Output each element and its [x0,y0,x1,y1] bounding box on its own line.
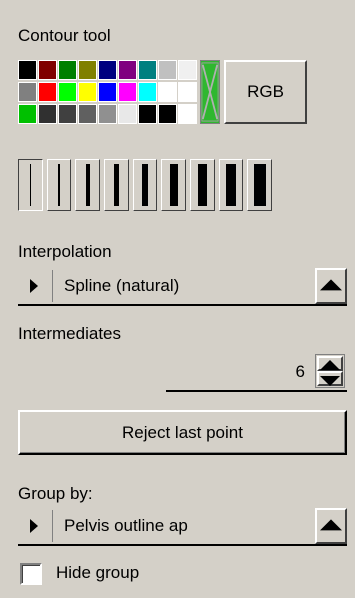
rgb-button-label: RGB [247,82,284,101]
line-width-option[interactable] [132,159,158,211]
color-swatch[interactable] [98,104,117,124]
interpolation-label: Interpolation [18,242,112,261]
contour-tool-title: Contour tool [18,26,111,45]
color-swatch[interactable] [18,82,37,102]
combo-underline [18,544,347,546]
combo-divider [52,510,53,542]
reject-last-point-button[interactable]: Reject last point [18,410,347,455]
triangle-down-icon [320,376,340,386]
color-swatch[interactable] [178,104,197,124]
hide-group-label[interactable]: Hide group [56,563,139,583]
color-swatch[interactable] [58,60,77,80]
line-width-sample [169,164,178,206]
combo-divider [52,270,53,302]
intermediates-value[interactable]: 6 [296,362,305,382]
color-palette [18,60,198,124]
combo-underline [18,304,347,306]
line-width-option[interactable] [104,159,129,211]
line-width-option[interactable] [46,159,72,211]
line-width-option[interactable] [218,159,244,211]
interpolation-value: Spline (natural) [64,276,180,295]
line-width-sample [197,164,208,206]
color-swatch[interactable] [98,82,117,102]
color-swatch[interactable] [58,104,77,124]
line-width-option[interactable] [190,159,215,211]
group-by-combo[interactable]: Pelvis outline ap [18,508,347,546]
spin-up-button[interactable] [317,356,343,371]
line-width-sample [85,164,90,206]
spin-down-button[interactable] [317,371,343,386]
color-swatch[interactable] [38,60,57,80]
intermediates-field[interactable]: 6 [166,352,347,392]
line-width-option[interactable] [161,159,187,211]
interpolation-combo[interactable]: Spline (natural) [18,268,347,306]
color-swatch[interactable] [98,60,117,80]
color-swatch[interactable] [118,60,137,80]
color-swatch[interactable] [158,104,177,124]
intermediates-spinner[interactable] [315,354,345,388]
group-by-value: Pelvis outline ap [64,516,188,535]
color-swatch[interactable] [158,82,177,102]
color-swatch[interactable] [118,104,137,124]
line-width-sample [29,164,32,206]
color-swatch[interactable] [78,82,97,102]
interpolation-dropdown-button[interactable] [315,268,347,304]
line-width-sample [141,164,149,206]
field-underline [166,390,347,392]
line-width-option[interactable] [247,159,273,211]
color-swatch[interactable] [178,82,197,102]
color-swatch[interactable] [138,104,157,124]
rgb-button[interactable]: RGB [224,60,307,124]
line-width-selector [18,159,276,211]
intermediates-label: Intermediates [18,324,121,343]
color-swatch[interactable] [118,82,137,102]
triangle-up-icon [320,360,340,370]
color-swatch[interactable] [78,60,97,80]
color-swatch[interactable] [138,82,157,102]
group-by-dropdown-button[interactable] [315,508,347,544]
line-width-option[interactable] [18,159,43,211]
line-width-option[interactable] [75,159,101,211]
color-swatch[interactable] [38,104,57,124]
hide-group-checkbox[interactable] [20,563,42,585]
color-swatch[interactable] [158,60,177,80]
line-width-sample [254,164,266,206]
color-swatch[interactable] [78,104,97,124]
color-swatch[interactable] [38,82,57,102]
color-swatch[interactable] [138,60,157,80]
color-swatch[interactable] [18,104,37,124]
reject-button-label: Reject last point [122,422,243,442]
line-width-sample [113,164,120,206]
line-width-sample [57,164,61,206]
group-by-label: Group by: [18,484,93,503]
triangle-up-icon [320,519,342,531]
line-width-sample [226,164,237,206]
color-swatch[interactable] [178,60,197,80]
no-color-swatch[interactable] [200,60,220,124]
color-swatch[interactable] [18,60,37,80]
color-swatch[interactable] [58,82,77,102]
triangle-up-icon [320,279,342,291]
no-color-cross-icon [201,62,219,122]
contour-tool-panel: Contour tool RGB Interpolation Spline (n… [0,0,355,598]
expand-triangle-icon[interactable] [30,519,38,533]
expand-triangle-icon[interactable] [30,279,38,293]
